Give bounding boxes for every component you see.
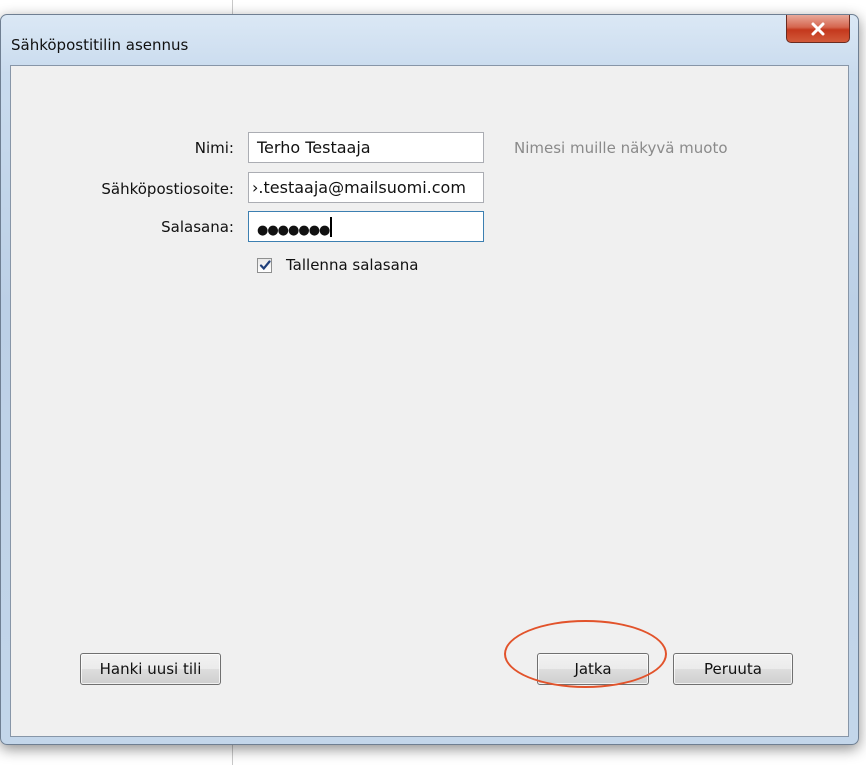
remember-password-label[interactable]: Tallenna salasana: [286, 256, 418, 274]
text-caret: [330, 217, 333, 237]
email-field[interactable]: ›.testaaja@mailsuomi.com: [248, 172, 484, 203]
close-icon: [811, 22, 825, 35]
dialog-content: Nimi: Terho Testaaja Nimesi muille näkyv…: [10, 65, 849, 737]
close-button[interactable]: [786, 15, 850, 43]
password-field-value: ●●●●●●●: [257, 223, 330, 238]
continue-button[interactable]: Jatka: [537, 653, 649, 685]
window-title: Sähköpostitilin asennus: [11, 36, 189, 54]
email-label: Sähköpostiosoite:: [101, 180, 234, 198]
name-field-value: Terho Testaaja: [257, 138, 371, 157]
password-label: Salasana:: [161, 218, 234, 236]
email-field-value: ›.testaaja@mailsuomi.com: [252, 178, 466, 197]
name-hint: Nimesi muille näkyvä muoto: [514, 139, 728, 157]
new-account-button[interactable]: Hanki uusi tili: [80, 653, 221, 685]
cancel-button[interactable]: Peruuta: [673, 653, 793, 685]
checkmark-icon: [259, 260, 271, 271]
name-field[interactable]: Terho Testaaja: [248, 132, 484, 163]
name-label: Nimi:: [194, 139, 234, 157]
setup-dialog: Sähköpostitilin asennus Nimi: Terho Test…: [0, 14, 859, 745]
remember-password-checkbox[interactable]: [257, 258, 272, 273]
password-field[interactable]: ●●●●●●●: [248, 211, 484, 242]
